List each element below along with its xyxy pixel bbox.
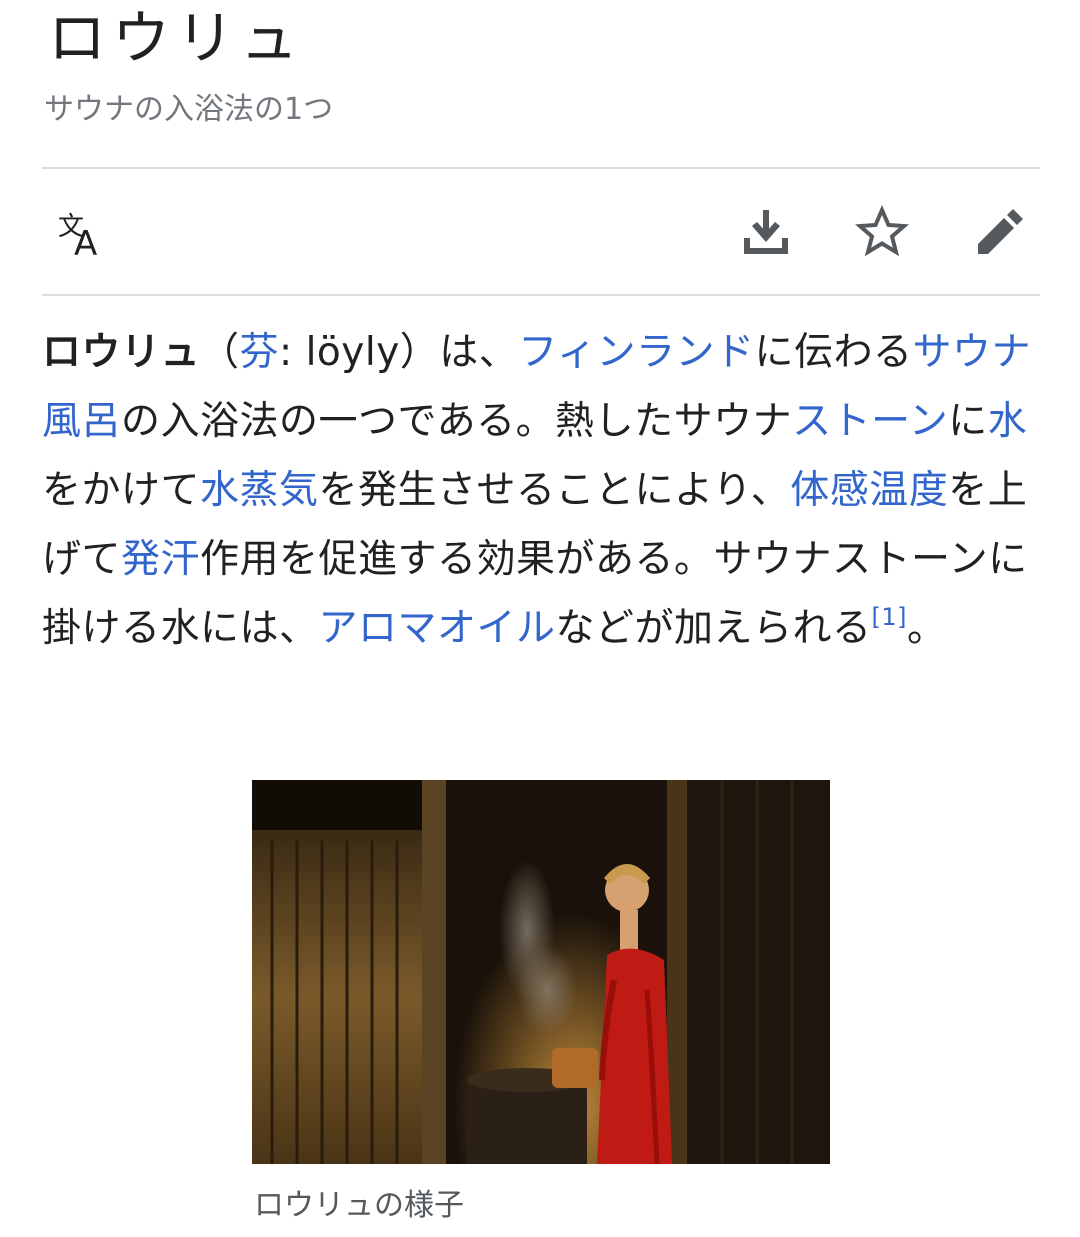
link-sweating[interactable]: 発汗 (121, 537, 200, 582)
header-divider-bottom (42, 294, 1040, 296)
link-water[interactable]: 水 (988, 399, 1028, 444)
download-icon[interactable] (736, 202, 796, 262)
page-title: ロウリュ (48, 4, 305, 72)
lead-term: ロウリュ (42, 330, 201, 375)
page-subtitle: サウナの入浴法の1つ (44, 92, 334, 127)
article-lead-paragraph: ロウリュ（芬: löyly）は、フィンランドに伝わるサウナ風呂の入浴法の一つであ… (42, 318, 1040, 663)
paren-open: （ (200, 330, 240, 375)
language-icon[interactable]: 文 A (50, 203, 110, 263)
link-aroma-oil[interactable]: アロマオイル (319, 606, 556, 651)
text-end: 。 (907, 606, 947, 651)
photo-illustration (252, 780, 830, 1164)
text-loyly: : löyly）は、 (279, 330, 519, 375)
figure-caption: ロウリュの様子 (254, 1188, 464, 1223)
svg-text:A: A (74, 224, 97, 261)
header-divider-top (42, 167, 1040, 169)
star-icon[interactable] (852, 202, 912, 262)
text-nado: などが加えられる (555, 606, 872, 651)
link-finnish-language[interactable]: 芬 (240, 330, 280, 375)
text-ni: に (948, 399, 988, 444)
reference-link[interactable]: [1] (872, 603, 908, 631)
link-finland[interactable]: フィンランド (518, 330, 754, 375)
text-tsutawaru: に伝わる (754, 330, 913, 375)
edit-icon[interactable] (968, 202, 1028, 262)
text-hassei: を発生させることにより、 (318, 468, 791, 513)
loyly-photo[interactable] (252, 780, 830, 1164)
link-steam[interactable]: 水蒸気 (200, 468, 319, 513)
text-method: の入浴法の一つである。熱したサウナ (121, 399, 793, 444)
link-body-temperature[interactable]: 体感温度 (790, 468, 948, 513)
text-kakete: をかけて (42, 468, 201, 513)
link-stone[interactable]: ストーン (792, 399, 948, 444)
